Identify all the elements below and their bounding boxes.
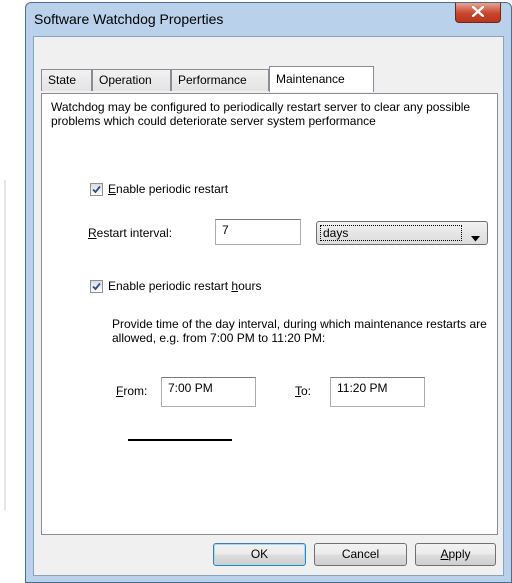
description-text: Watchdog may be configured to periodical…: [51, 100, 471, 128]
close-icon: [471, 5, 485, 20]
interval-unit-value: days: [320, 225, 462, 241]
from-label: From:: [116, 384, 148, 398]
restart-interval-label: Restart interval:: [88, 226, 173, 240]
enable-restart-checkbox[interactable]: [90, 183, 103, 196]
interval-unit-select[interactable]: days: [316, 221, 488, 245]
close-button[interactable]: [455, 3, 501, 23]
tab-state[interactable]: State: [41, 69, 92, 91]
enable-hours-label[interactable]: Enable periodic restart hours: [108, 279, 261, 293]
separator-line: [128, 439, 232, 441]
apply-button[interactable]: Apply: [415, 543, 496, 566]
hours-info-text: Provide time of the day interval, during…: [112, 317, 487, 345]
restart-interval-input[interactable]: 7: [215, 219, 301, 245]
enable-restart-label[interactable]: Enable periodic restart: [108, 182, 228, 196]
tab-performance[interactable]: Performance: [171, 69, 269, 91]
window-title: Software Watchdog Properties: [34, 11, 224, 27]
title-bar[interactable]: Software Watchdog Properties: [26, 3, 511, 37]
dialog-client-area: State Operation Performance Maintenance …: [33, 36, 504, 576]
ok-button[interactable]: OK: [213, 543, 306, 566]
properties-dialog: Software Watchdog Properties State Opera…: [25, 2, 512, 583]
chevron-down-icon: [471, 231, 480, 245]
from-time-input[interactable]: 7:00 PM: [161, 377, 256, 407]
to-time-input[interactable]: 11:20 PM: [330, 377, 425, 407]
maintenance-panel: Watchdog may be configured to periodical…: [41, 93, 498, 535]
enable-hours-checkbox[interactable]: [90, 280, 103, 293]
cancel-button[interactable]: Cancel: [314, 543, 407, 566]
background-divider: [4, 180, 6, 510]
tab-operation[interactable]: Operation: [92, 69, 171, 91]
tab-maintenance[interactable]: Maintenance: [269, 66, 374, 92]
to-label: To:: [295, 384, 312, 398]
